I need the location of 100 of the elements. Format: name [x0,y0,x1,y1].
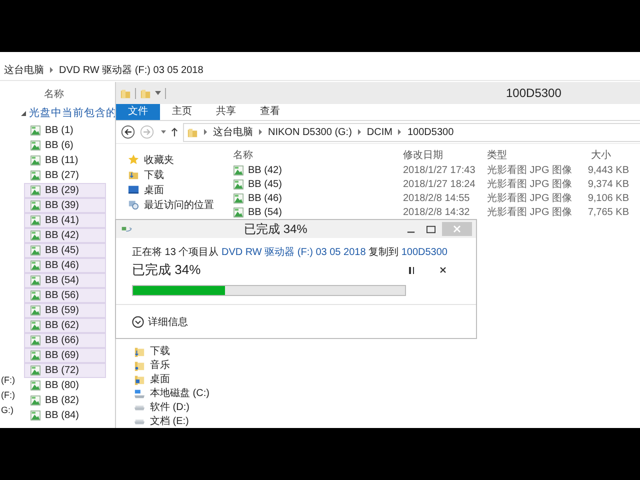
file-item[interactable]: BB (66) [24,333,106,348]
file-item[interactable]: BB (39) [24,198,106,213]
image-file-icon [30,125,41,136]
image-file-icon [30,245,41,256]
nav-item[interactable]: 音乐 [116,358,227,372]
star-icon [128,154,139,165]
ribbon-tab[interactable]: 查看 [248,104,292,120]
details-toggle[interactable]: 详细信息 [132,314,188,328]
image-file-icon [30,395,41,406]
file-item[interactable]: BB (6) [24,138,106,153]
system-drive-icon [134,388,145,398]
image-file-icon [30,140,41,151]
expand-chevron-icon [132,316,144,328]
image-file-icon [233,164,244,176]
nav-item-label[interactable]: (F:) [1,373,24,388]
nav-item[interactable]: 桌面 [116,182,227,197]
nav-item[interactable]: 下载 [116,344,227,358]
column-header[interactable]: 修改日期 [403,148,487,162]
nav-item[interactable]: 软件 (D:) [116,400,227,414]
location-link[interactable]: 100D5300 [401,247,448,258]
ribbon-tab[interactable]: 主页 [160,104,204,120]
file-name[interactable]: BB (46) [248,192,282,204]
nav-item[interactable]: 最近访问的位置 [116,197,227,212]
breadcrumb-arrow-icon [259,129,262,135]
image-file-icon [233,206,244,218]
image-file-icon [30,185,41,196]
breadcrumb-arrow-icon [398,129,402,135]
file-item[interactable]: BB (82) [24,393,106,408]
file-item[interactable]: BB (72) [24,363,106,378]
desktop-folder-icon [134,374,145,384]
file-item[interactable]: BB (54) [24,273,106,288]
nav-item-label[interactable]: (F:) [1,388,24,403]
dropdown-caret-icon[interactable] [161,130,166,134]
nav-item[interactable]: 文档 (E:) [116,414,227,428]
file-size: 9,443 KB [586,164,629,176]
file-date: 2018/2/8 14:55 [403,192,471,204]
file-item[interactable]: BB (42) [24,228,106,243]
file-item[interactable]: BB (62) [24,318,106,333]
file-item[interactable]: BB (84) [24,408,106,423]
file-item[interactable]: BB (27) [24,168,106,183]
column-header[interactable]: 名称 [44,87,64,103]
column-header[interactable]: 名称 [227,148,403,162]
up-arrow-icon[interactable] [171,127,178,137]
file-item[interactable]: BB (80) [24,378,106,393]
file-item[interactable]: BB (46) [24,258,106,273]
nav-item[interactable]: 下载 [116,167,227,182]
file-item[interactable]: BB (56) [24,288,106,303]
breadcrumb-item[interactable]: DVD RW 驱动器 (F:) 03 05 2018 [59,63,204,77]
window-title: 100D5300 [506,86,562,100]
breadcrumb-item[interactable]: 这台电脑 [213,125,253,139]
file-name[interactable]: BB (54) [248,206,282,218]
file-item[interactable]: BB (69) [24,348,106,363]
breadcrumb-arrow-icon [358,129,361,135]
image-file-icon [30,350,41,361]
breadcrumb-item[interactable]: 这台电脑 [4,63,44,77]
pause-button[interactable] [407,264,416,276]
breadcrumb-arrow-icon [50,67,53,73]
dialog-title: 已完成 34% [244,220,308,238]
breadcrumb-item[interactable]: 100D5300 [407,126,454,138]
ribbon-tab[interactable]: 共享 [204,104,248,120]
file-item[interactable]: BB (59) [24,303,106,318]
image-file-icon [30,260,41,271]
image-file-icon [30,320,41,331]
cancel-button[interactable] [438,265,448,275]
nav-item[interactable]: 收藏夹 [116,152,227,167]
location-link[interactable]: DVD RW 驱动器 (F:) 03 05 2018 [221,247,366,258]
dropdown-caret-icon[interactable] [155,91,161,95]
file-item[interactable]: BB (1) [24,123,106,138]
image-file-icon [30,290,41,301]
file-name[interactable]: BB (45) [248,178,282,190]
file-type: 光影看图 JPG 图像 [487,164,574,177]
image-file-icon [30,305,41,316]
column-header[interactable]: 类型 [487,148,579,162]
file-item[interactable]: BB (29) [24,183,106,198]
nav-item-label[interactable]: G:) [1,403,24,418]
file-size: 9,106 KB [586,192,629,204]
image-file-icon [30,275,41,286]
back-button[interactable] [121,125,135,139]
breadcrumb-arrow-icon [204,129,207,135]
breadcrumb-item[interactable]: DCIM [366,126,392,138]
music-folder-icon [134,360,145,370]
collapse-triangle-icon[interactable] [21,110,26,116]
nav-item[interactable]: 桌面 [116,372,227,386]
breadcrumb-item[interactable]: NIKON D5300 (G:) [268,126,352,138]
image-file-icon [233,178,244,190]
nav-item[interactable]: 本地磁盘 (C:) [116,386,227,400]
image-file-icon [30,200,41,211]
ribbon-tab[interactable]: 文件 [116,104,160,120]
desktop-icon [128,184,139,195]
folder-icon [187,126,198,138]
file-item[interactable]: BB (41) [24,213,106,228]
address-bar[interactable]: 这台电脑 NIKON D5300 (G:) DCIM 100D5300 [183,122,640,142]
copy-arrow-icon [121,224,133,234]
image-file-icon [30,380,41,391]
image-file-icon [30,365,41,376]
column-header[interactable]: 大小 [579,148,640,162]
file-item[interactable]: BB (11) [24,153,106,168]
file-name[interactable]: BB (42) [248,164,282,176]
file-item[interactable]: BB (45) [24,243,106,258]
copy-status-text: 正在将 13 个项目从 DVD RW 驱动器 (F:) 03 05 2018 复制到 100D5300 [132,246,448,259]
